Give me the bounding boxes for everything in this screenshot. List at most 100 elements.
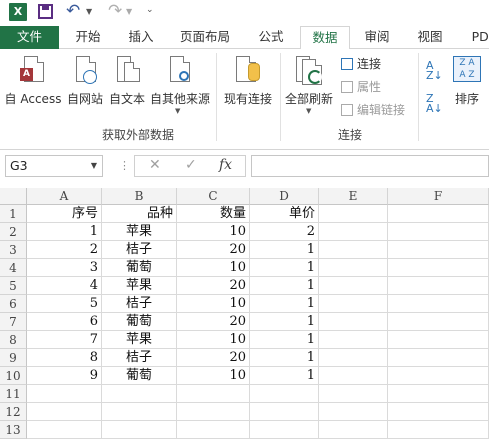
row-header[interactable]: 10 [0, 367, 27, 385]
column-header-f[interactable]: F [388, 188, 489, 205]
cell[interactable] [388, 421, 489, 439]
cell[interactable] [388, 295, 489, 313]
cell[interactable] [388, 349, 489, 367]
connections-button[interactable]: 连接 [341, 55, 381, 72]
cell[interactable] [319, 331, 388, 349]
column-header-d[interactable]: D [250, 188, 319, 205]
cell[interactable] [319, 385, 388, 403]
cell[interactable] [319, 367, 388, 385]
enter-icon[interactable]: ✓ [185, 157, 197, 173]
undo-icon[interactable]: ↶ [66, 1, 80, 21]
cell[interactable]: 1 [250, 259, 319, 277]
row-header[interactable]: 7 [0, 313, 27, 331]
worksheet-grid[interactable]: ABCDEF 1 2 3 4 5 6 7 8 9 10 11 12 13 序号 品种 数量 单价 1 苹果 10 2 2… [0, 188, 489, 443]
cell[interactable] [27, 421, 102, 439]
row-header[interactable]: 6 [0, 295, 27, 313]
from-web-button[interactable]: 自网站 [64, 49, 106, 119]
row-header[interactable]: 13 [0, 421, 27, 439]
row-header[interactable]: 8 [0, 331, 27, 349]
cell[interactable] [102, 403, 177, 421]
tab-file[interactable]: 文件 [0, 26, 59, 49]
cell[interactable] [250, 421, 319, 439]
cell[interactable] [388, 403, 489, 421]
cell[interactable] [27, 385, 102, 403]
cell[interactable] [388, 259, 489, 277]
cell[interactable] [250, 403, 319, 421]
cell[interactable]: 10 [177, 331, 250, 349]
row-header[interactable]: 4 [0, 259, 27, 277]
cell[interactable] [319, 223, 388, 241]
cell[interactable]: 10 [177, 295, 250, 313]
tab-pdf[interactable]: PDI [462, 26, 489, 49]
cell[interactable]: 1 [250, 331, 319, 349]
cell[interactable]: 1 [250, 313, 319, 331]
cell[interactable] [177, 385, 250, 403]
name-box-dropdown-icon[interactable]: ▼ [91, 156, 97, 176]
cell[interactable] [319, 313, 388, 331]
cell[interactable] [388, 223, 489, 241]
row-header[interactable]: 3 [0, 241, 27, 259]
cell[interactable]: 6 [27, 313, 102, 331]
tab-formulas[interactable]: 公式 [247, 26, 295, 49]
row-header[interactable]: 2 [0, 223, 27, 241]
cell[interactable] [177, 421, 250, 439]
cell[interactable]: 9 [27, 367, 102, 385]
cell[interactable]: 苹果 [102, 277, 177, 295]
cell[interactable] [319, 349, 388, 367]
select-all-corner[interactable] [0, 188, 27, 205]
row-header[interactable]: 5 [0, 277, 27, 295]
cell[interactable]: 20 [177, 313, 250, 331]
cell[interactable]: 10 [177, 367, 250, 385]
tab-page-layout[interactable]: 页面布局 [171, 26, 239, 49]
column-header-c[interactable]: C [177, 188, 250, 205]
tab-home[interactable]: 开始 [64, 26, 112, 49]
cell[interactable]: 4 [27, 277, 102, 295]
cell[interactable] [177, 403, 250, 421]
sort-descending-icon[interactable]: Z A↓ [426, 93, 443, 114]
cell[interactable] [102, 385, 177, 403]
cell[interactable]: 序号 [27, 205, 102, 223]
cell[interactable] [319, 421, 388, 439]
cell[interactable]: 10 [177, 223, 250, 241]
cell[interactable]: 桔子 [102, 241, 177, 259]
insert-function-icon[interactable]: fx [219, 157, 232, 173]
existing-connections-button[interactable]: 现有连接 [220, 49, 276, 119]
tab-view[interactable]: 视图 [406, 26, 454, 49]
save-icon[interactable] [38, 4, 53, 19]
cell[interactable]: 5 [27, 295, 102, 313]
cell[interactable]: 1 [27, 223, 102, 241]
cell[interactable] [388, 313, 489, 331]
cell[interactable]: 葡萄 [102, 259, 177, 277]
redo-icon[interactable]: ↷ [108, 1, 122, 21]
cell[interactable]: 20 [177, 277, 250, 295]
cell[interactable]: 2 [250, 223, 319, 241]
sort-button[interactable]: Z AA Z 排序 [448, 49, 486, 119]
formula-input[interactable] [251, 155, 489, 177]
tab-data[interactable]: 数据 [300, 26, 350, 50]
cell[interactable] [250, 385, 319, 403]
redo-dropdown-icon[interactable]: ▼ [126, 7, 132, 16]
cell[interactable]: 1 [250, 277, 319, 295]
from-other-sources-button[interactable]: 自其他来源 ▼ [148, 49, 212, 123]
refresh-all-button[interactable]: 全部刷新 ▼ [284, 49, 334, 123]
sort-ascending-icon[interactable]: A Z↓ [426, 60, 443, 81]
cell[interactable] [388, 205, 489, 223]
cell[interactable]: 数量 [177, 205, 250, 223]
cell[interactable]: 单价 [250, 205, 319, 223]
row-header[interactable]: 11 [0, 385, 27, 403]
cell[interactable] [388, 367, 489, 385]
customize-toolbar-icon[interactable]: ⌄ [146, 5, 154, 15]
undo-dropdown-icon[interactable]: ▼ [86, 7, 92, 16]
cell[interactable] [319, 403, 388, 421]
column-header-a[interactable]: A [27, 188, 102, 205]
cell[interactable]: 葡萄 [102, 367, 177, 385]
cell[interactable] [388, 331, 489, 349]
cell[interactable]: 1 [250, 241, 319, 259]
properties-button[interactable]: 属性 [341, 78, 381, 95]
row-header[interactable]: 12 [0, 403, 27, 421]
cell[interactable] [319, 241, 388, 259]
cell[interactable]: 苹果 [102, 331, 177, 349]
row-header[interactable]: 1 [0, 205, 27, 223]
cell[interactable]: 3 [27, 259, 102, 277]
tab-review[interactable]: 审阅 [353, 26, 401, 49]
